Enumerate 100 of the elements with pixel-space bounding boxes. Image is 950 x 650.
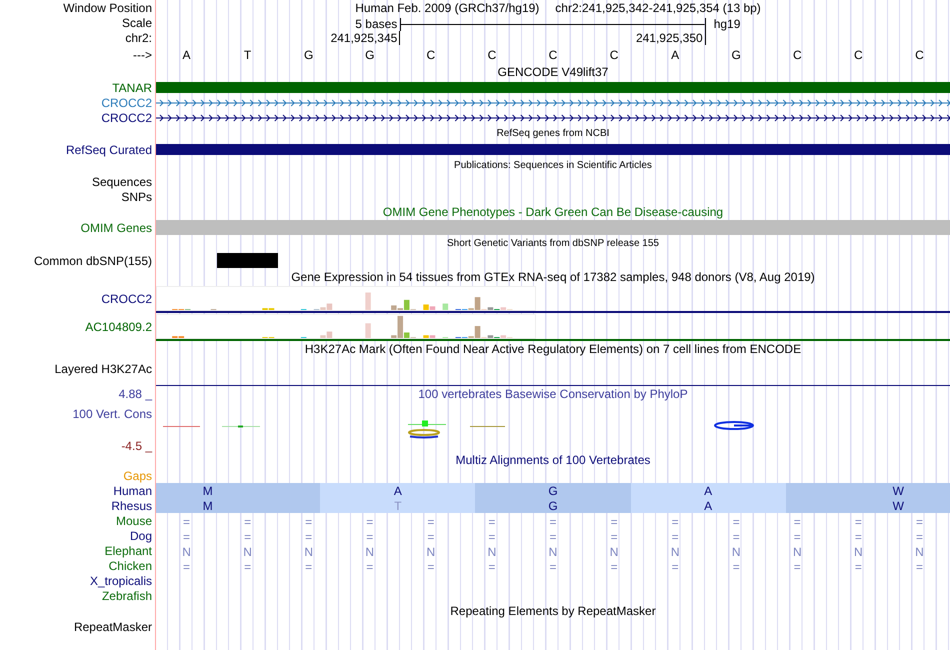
alignment-mark: = — [304, 559, 314, 576]
track-title: Gene Expression in 54 tissues from GTEx RNA-seq of 17382 samples, 948 donors (V8, Aug 2019) — [291, 269, 815, 286]
alignment-mark: N — [914, 544, 925, 561]
track-label[interactable]: ---> — [133, 46, 152, 64]
alignment-mark: N — [792, 544, 803, 561]
track-label[interactable]: CROCC2 — [101, 108, 152, 126]
alignment-mark: N — [303, 544, 314, 561]
base-letter: C — [914, 46, 925, 64]
track-label[interactable]: Window Position — [63, 0, 152, 16]
base-letter: G — [303, 46, 314, 64]
amino-acid-cell: W — [786, 483, 950, 498]
alignment-mark: = — [304, 514, 314, 531]
track-label[interactable]: TANAR — [112, 78, 152, 96]
amino-acid-cell: T — [320, 498, 476, 513]
amino-acid-cell: A — [630, 483, 786, 498]
track-label[interactable]: SNPs — [121, 188, 152, 206]
alignment-mark: = — [610, 514, 619, 531]
track-label[interactable]: Dog — [130, 526, 152, 544]
assembly-label: hg19 — [712, 16, 742, 33]
alignment-mark: = — [670, 529, 680, 546]
track-title: Repeating Elements by RepeatMasker — [450, 603, 656, 620]
track-label[interactable]: 4.88 _ — [118, 385, 152, 403]
alignment-mark: = — [854, 559, 863, 576]
alignment-mark: N — [181, 544, 192, 561]
omim-gene-bar[interactable] — [156, 220, 950, 235]
alignment-mark: = — [182, 529, 192, 546]
alignment-mark: = — [426, 529, 436, 546]
amino-acid-cell: W — [786, 498, 950, 513]
gene-bar[interactable] — [156, 144, 950, 155]
amino-acid-cell: G — [475, 483, 631, 498]
track-label[interactable]: Sequences — [92, 172, 152, 190]
snp-block[interactable] — [217, 253, 278, 268]
alignment-mark: = — [487, 559, 496, 576]
alignment-mark: = — [487, 514, 496, 531]
track-label[interactable]: AC104809.2 — [85, 318, 152, 336]
alignment-mark: = — [548, 559, 558, 576]
track-label[interactable]: Common dbSNP(155) — [34, 252, 152, 270]
base-letter: C — [486, 46, 498, 64]
base-letter: G — [364, 46, 376, 64]
alignment-mark: = — [670, 559, 680, 576]
track-label[interactable]: 100 Vert. Cons — [72, 405, 152, 423]
alignment-mark: = — [792, 514, 802, 531]
base-letter: C — [792, 46, 803, 64]
alignment-mark: = — [487, 529, 496, 546]
track-title: 100 vertebrates Basewise Conservation by PhyloP — [418, 386, 688, 403]
track-title: H3K27Ac Mark (Often Found Near Active Regulatory Elements) on 7 cell lines from ENCODE — [304, 341, 802, 358]
amino-acid-cell: M — [156, 498, 320, 513]
alignment-mark: N — [242, 544, 253, 561]
genomic-range: chr2:241,925,342-241,925,354 (13 bp) — [555, 0, 761, 16]
track-label[interactable]: Elephant — [104, 542, 152, 560]
base-letter: T — [242, 46, 252, 64]
alignment-mark: = — [182, 559, 192, 576]
alignment-mark: = — [914, 559, 924, 576]
alignment-mark: = — [426, 514, 436, 531]
track-label[interactable]: CROCC2 — [101, 290, 152, 308]
alignment-mark: = — [610, 529, 619, 546]
track-label[interactable]: Scale — [122, 14, 152, 32]
track-label[interactable]: OMIM Genes — [80, 218, 152, 236]
track-label[interactable]: CROCC2 — [101, 94, 152, 112]
gene-bar[interactable] — [156, 82, 950, 93]
alignment-mark: N — [853, 544, 864, 561]
alignment-mark: N — [608, 544, 620, 561]
alignment-mark: = — [548, 529, 558, 546]
amino-acid-cell: A — [630, 498, 786, 513]
track-label[interactable]: Zebrafish — [102, 586, 152, 604]
alignment-mark: = — [365, 514, 374, 531]
track-title: Publications: Sequences in Scientific Articles — [454, 159, 652, 173]
scale-length: 5 bases — [354, 16, 398, 33]
track-title: GENCODE V49lift37 — [498, 64, 608, 81]
assembly-name: Human Feb. 2009 (GRCh37/hg19) — [355, 0, 540, 16]
base-letter: C — [548, 46, 558, 64]
track-label[interactable]: Layered H3K27Ac — [54, 360, 152, 378]
amino-acid-cell: M — [156, 483, 320, 498]
track-title: RefSeq genes from NCBI — [496, 127, 610, 141]
alignment-mark: = — [365, 559, 374, 576]
track-label[interactable]: Rhesus — [111, 496, 152, 514]
base-letter: C — [426, 46, 436, 64]
alignment-mark: N — [426, 544, 436, 561]
alignment-mark: N — [670, 544, 680, 561]
coordinate-tick: 241,925,345 — [156, 30, 400, 44]
alignment-mark: N — [730, 544, 742, 561]
track-label[interactable]: RepeatMasker — [74, 618, 152, 636]
track-label[interactable]: Human — [113, 482, 152, 500]
alignment-mark: = — [732, 514, 741, 531]
track-title: Multiz Alignments of 100 Vertebrates — [456, 452, 650, 469]
track-label[interactable]: Mouse — [116, 512, 152, 530]
alignment-mark: = — [732, 529, 741, 546]
track-label[interactable]: RefSeq Curated — [66, 140, 152, 158]
alignment-mark: = — [548, 514, 558, 531]
alignment-mark: = — [732, 559, 741, 576]
track-label[interactable]: chr2: — [125, 28, 152, 46]
track-label[interactable]: -4.5 _ — [121, 436, 152, 454]
track-label[interactable]: X_tropicalis — [90, 572, 152, 590]
base-letter: G — [730, 46, 742, 64]
alignment-mark: = — [304, 529, 314, 546]
alignment-mark: = — [914, 529, 924, 546]
track-label[interactable]: Chicken — [108, 556, 152, 574]
base-letter: A — [182, 46, 192, 64]
alignment-mark: = — [792, 559, 802, 576]
alignment-mark: = — [792, 529, 802, 546]
